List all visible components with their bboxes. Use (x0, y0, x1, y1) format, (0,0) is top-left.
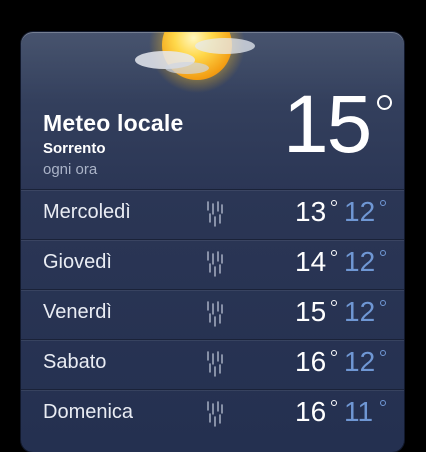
degree-symbol (331, 250, 337, 256)
forecast-day: Giovedì (43, 251, 112, 273)
degree-symbol (331, 200, 337, 206)
sun-with-clouds-icon (135, 32, 255, 93)
forecast-row: Sabato 16 12 (21, 339, 404, 389)
degree-symbol (331, 300, 337, 306)
degree-symbol (377, 95, 392, 110)
forecast-list: Mercoledì 13 12 Giovedì 14 12 Venerdì 15… (21, 189, 404, 439)
low-temperature: 12 (344, 296, 376, 327)
forecast-row: Giovedì 14 12 (21, 239, 404, 289)
rain-icon (207, 351, 223, 377)
widget-title: Meteo locale (43, 110, 184, 136)
weather-widget: Meteo locale Sorrento ogni ora 15 Mercol… (21, 32, 404, 452)
high-temperature: 16 (295, 396, 327, 427)
location-name: Sorrento (43, 140, 106, 157)
forecast-row: Mercoledì 13 12 (21, 189, 404, 239)
degree-symbol (380, 350, 386, 356)
high-temperature: 13 (295, 196, 327, 227)
rain-icon (207, 201, 223, 227)
rain-icon (207, 301, 223, 327)
high-temperature: 16 (295, 346, 327, 377)
rain-icon (207, 251, 223, 277)
degree-symbol (380, 250, 386, 256)
degree-symbol (331, 400, 337, 406)
low-temperature: 12 (344, 196, 376, 227)
high-temperature: 15 (295, 296, 327, 327)
current-temperature: 15 (283, 79, 372, 170)
degree-symbol (380, 200, 386, 206)
high-temperature: 14 (295, 246, 327, 277)
low-temperature: 12 (344, 246, 376, 277)
degree-symbol (380, 300, 386, 306)
update-frequency: ogni ora (43, 161, 98, 178)
low-temperature: 12 (344, 346, 376, 377)
degree-symbol (380, 400, 386, 406)
forecast-row: Venerdì 15 12 (21, 289, 404, 339)
rain-icon (207, 401, 223, 427)
degree-symbol (331, 350, 337, 356)
forecast-day: Domenica (43, 401, 134, 423)
forecast-day: Sabato (43, 351, 107, 373)
low-temperature: 11 (344, 396, 374, 427)
forecast-day: Venerdì (43, 301, 112, 323)
weather-header[interactable]: Meteo locale Sorrento ogni ora 15 (21, 32, 404, 190)
forecast-row: Domenica 16 11 (21, 389, 404, 439)
forecast-day: Mercoledì (43, 201, 131, 223)
